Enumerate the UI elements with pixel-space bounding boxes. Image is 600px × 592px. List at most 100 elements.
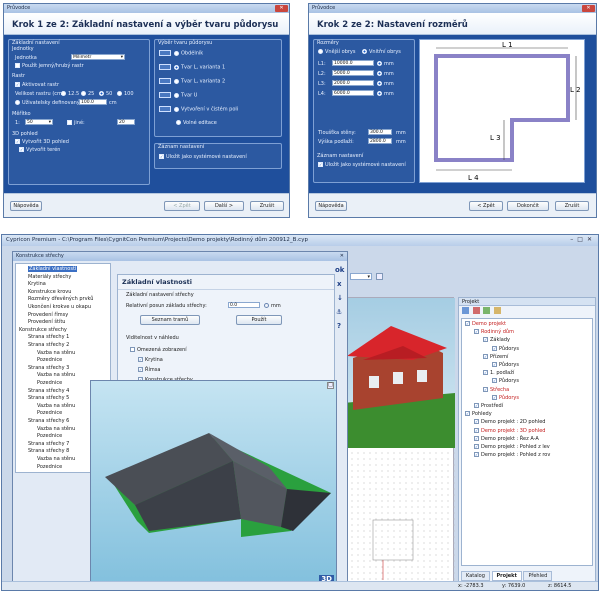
scale-select[interactable]: 50 ▾ — [25, 119, 53, 125]
grid-option-12[interactable]: 12.5 — [61, 91, 79, 97]
shape-u[interactable]: Tvar U — [159, 92, 197, 99]
checkbox-icon[interactable]: ✓ — [474, 435, 479, 441]
offset-input[interactable]: 0.0 — [228, 302, 260, 308]
project-tree-item[interactable]: ✓ Střecha — [483, 386, 509, 393]
grid-option-25[interactable]: 25 — [81, 91, 94, 97]
project-tree-item[interactable]: ✓ Demo projekt : 2D pohled — [474, 419, 545, 425]
outer-outline-radio[interactable]: Vnější obrys — [318, 49, 356, 55]
tab-catalog[interactable]: Katalog — [461, 571, 490, 581]
inner-outline-radio[interactable]: Vnitřní obrys — [362, 49, 401, 55]
project-tree-item[interactable]: ✓ Půdorys — [492, 394, 519, 401]
help-icon[interactable]: ? — [337, 322, 341, 330]
project-tree-item[interactable]: ✓ Základy — [483, 337, 510, 343]
dim-l2-input[interactable]: 5000.0 — [332, 70, 374, 76]
roof-tree-item[interactable]: Pozednice — [37, 357, 62, 363]
checkbox-icon[interactable]: ✓ — [474, 452, 479, 458]
roof-tree-item[interactable]: Provedení římsy — [28, 312, 68, 318]
shape-rectangle[interactable]: Obdélník — [159, 50, 203, 57]
roof-tree-item[interactable]: Pozednice — [37, 410, 62, 416]
arrow-down-icon[interactable]: ↓ — [337, 294, 343, 302]
grid-tool-icon[interactable] — [376, 273, 383, 280]
shape-l1[interactable]: Tvar L, varianta 1 — [159, 64, 225, 71]
project-tool-icon[interactable] — [462, 307, 469, 314]
project-tree-item[interactable]: ✓ Přízemí — [483, 353, 508, 360]
roof-tree-item[interactable]: Strana střechy 2 — [28, 342, 69, 348]
shape-free[interactable]: Volné editace — [176, 120, 217, 126]
roof-tree-item[interactable]: Strana střechy 6 — [28, 418, 69, 424]
apply-button[interactable]: Použít — [236, 315, 282, 325]
project-tree-item[interactable]: ✓ Demo projekt — [465, 321, 506, 327]
window-controls[interactable]: –□✕ — [570, 236, 596, 243]
finish-button[interactable]: Dokončit — [507, 201, 549, 211]
view3d-draw-checkbox[interactable]: ✓ Vytvořit terén — [19, 147, 60, 153]
roof-tree-item[interactable]: Krytina — [28, 281, 46, 287]
project-tree-item[interactable]: ✓ Demo projekt : Pohled z lev — [474, 444, 550, 450]
help-button[interactable]: Nápověda — [10, 201, 42, 211]
close-icon[interactable]: □ — [327, 382, 334, 389]
units-select[interactable]: Milimetr ▾ — [71, 54, 125, 60]
project-tool-icon[interactable] — [472, 307, 480, 314]
roof-tree-item[interactable]: Rozměry dřevěných prvků — [28, 296, 93, 302]
tab-overview[interactable]: Přehled — [523, 571, 553, 581]
roof-tree-item[interactable]: Konstrukce krovu — [28, 289, 71, 295]
checkbox-icon[interactable]: ✓ — [474, 444, 479, 449]
project-tree-item[interactable]: ✓ Půdorys — [492, 362, 519, 368]
grid-active-checkbox[interactable]: ✓ Aktivovat rastr — [15, 82, 59, 88]
grid-option-50[interactable]: 50 — [99, 91, 112, 97]
project-tool-icon[interactable] — [483, 307, 491, 314]
shape-empty-field[interactable]: Vytvoření v čistém poli — [159, 106, 238, 113]
roof-tree-item[interactable]: Ukončení krokve u okapu — [28, 304, 91, 310]
roof-tree-item[interactable]: Vazba na stěnu — [37, 426, 75, 432]
shape-l2[interactable]: Tvar L, varianta 2 — [159, 78, 225, 85]
roof-tree-item[interactable]: Vazba na stěnu — [37, 456, 75, 462]
checkbox-icon[interactable]: ✓ — [483, 370, 488, 376]
vis-cornice[interactable]: ✓ Římsa — [138, 367, 160, 373]
grid-option-100[interactable]: 100 — [117, 91, 134, 97]
roof-tree-item[interactable]: Strana střechy 3 — [28, 365, 69, 371]
roof-tree-item[interactable]: Pozednice — [37, 433, 62, 439]
roof-tree-item[interactable]: Strana střechy 5 — [28, 395, 69, 401]
cancel-button[interactable]: Zrušit — [250, 201, 284, 211]
checkbox-icon[interactable]: ✓ — [465, 411, 470, 417]
close-icon[interactable]: ✕ — [340, 253, 344, 259]
checkbox-icon[interactable]: ✓ — [474, 427, 479, 433]
roof-tree-item[interactable]: Materiály střechy — [28, 274, 71, 280]
scale-other-input[interactable]: 20 — [117, 119, 135, 125]
user-grid-input[interactable]: 100.0 — [79, 99, 107, 105]
roof-3d-view[interactable]: □ 3D — [90, 380, 337, 586]
save-default-checkbox[interactable]: ✓ Uložit jako systémové nastavení — [159, 154, 247, 160]
checkbox-icon[interactable]: ✓ — [483, 386, 488, 392]
roof-tree-item[interactable]: Strana střechy 8 — [28, 448, 69, 454]
save-default-checkbox[interactable]: ✓ Uložit jako systémové nastavení — [318, 162, 406, 168]
ok-button[interactable]: ok — [335, 266, 344, 274]
roof-tree-item[interactable]: Vazba na stěnu — [37, 372, 75, 378]
roof-tree-item[interactable]: Strana střechy 1 — [28, 334, 69, 340]
checkbox-icon[interactable]: ✓ — [483, 337, 488, 343]
project-tool-icon[interactable] — [493, 307, 501, 314]
project-tree-item[interactable]: ✓ Prostředí — [474, 403, 503, 409]
project-tree-item[interactable]: ✓ Demo projekt : 3D pohled — [474, 427, 545, 434]
back-button[interactable]: < Zpět — [469, 201, 503, 211]
roof-tree-item[interactable]: Strana střechy 7 — [28, 441, 69, 447]
project-tree-item[interactable]: ✓ Rodinný dům — [474, 329, 514, 335]
project-tree-item[interactable]: ✓ Půdorys — [492, 378, 519, 384]
wall-thickness-input[interactable]: 300.0 — [368, 129, 392, 135]
drawing-canvas[interactable] — [342, 297, 455, 584]
roof-tree-item[interactable]: Pozednice — [37, 464, 62, 470]
checkbox-icon[interactable]: ✓ — [474, 329, 479, 335]
dim-l3-input[interactable]: 2000.0 — [332, 80, 374, 86]
checkbox-icon[interactable]: ✓ — [492, 362, 497, 367]
project-tree-item[interactable]: ✓ Demo projekt : Řez A-A — [474, 435, 539, 442]
cancel-x-button[interactable]: x — [337, 280, 342, 288]
checkbox-icon[interactable]: ✓ — [483, 353, 488, 359]
roof-tree-item[interactable]: Konstrukce střechy — [19, 327, 67, 333]
back-button[interactable]: < Zpět — [164, 201, 200, 211]
project-tree-item[interactable]: ✓ Pohledy — [465, 411, 492, 417]
checkbox-icon[interactable]: ✓ — [492, 345, 497, 351]
roof-tree-item[interactable]: Vazba na stěnu — [37, 403, 75, 409]
vis-limited[interactable]: Omezená zobrazení — [130, 347, 187, 353]
scale-other-checkbox[interactable]: jiné: — [67, 120, 85, 126]
tab-project[interactable]: Projekt — [491, 571, 522, 581]
project-tree-item[interactable]: ✓ 1. podlaží — [483, 370, 514, 376]
roof-tree-item[interactable]: Strana střechy 4 — [28, 388, 69, 394]
